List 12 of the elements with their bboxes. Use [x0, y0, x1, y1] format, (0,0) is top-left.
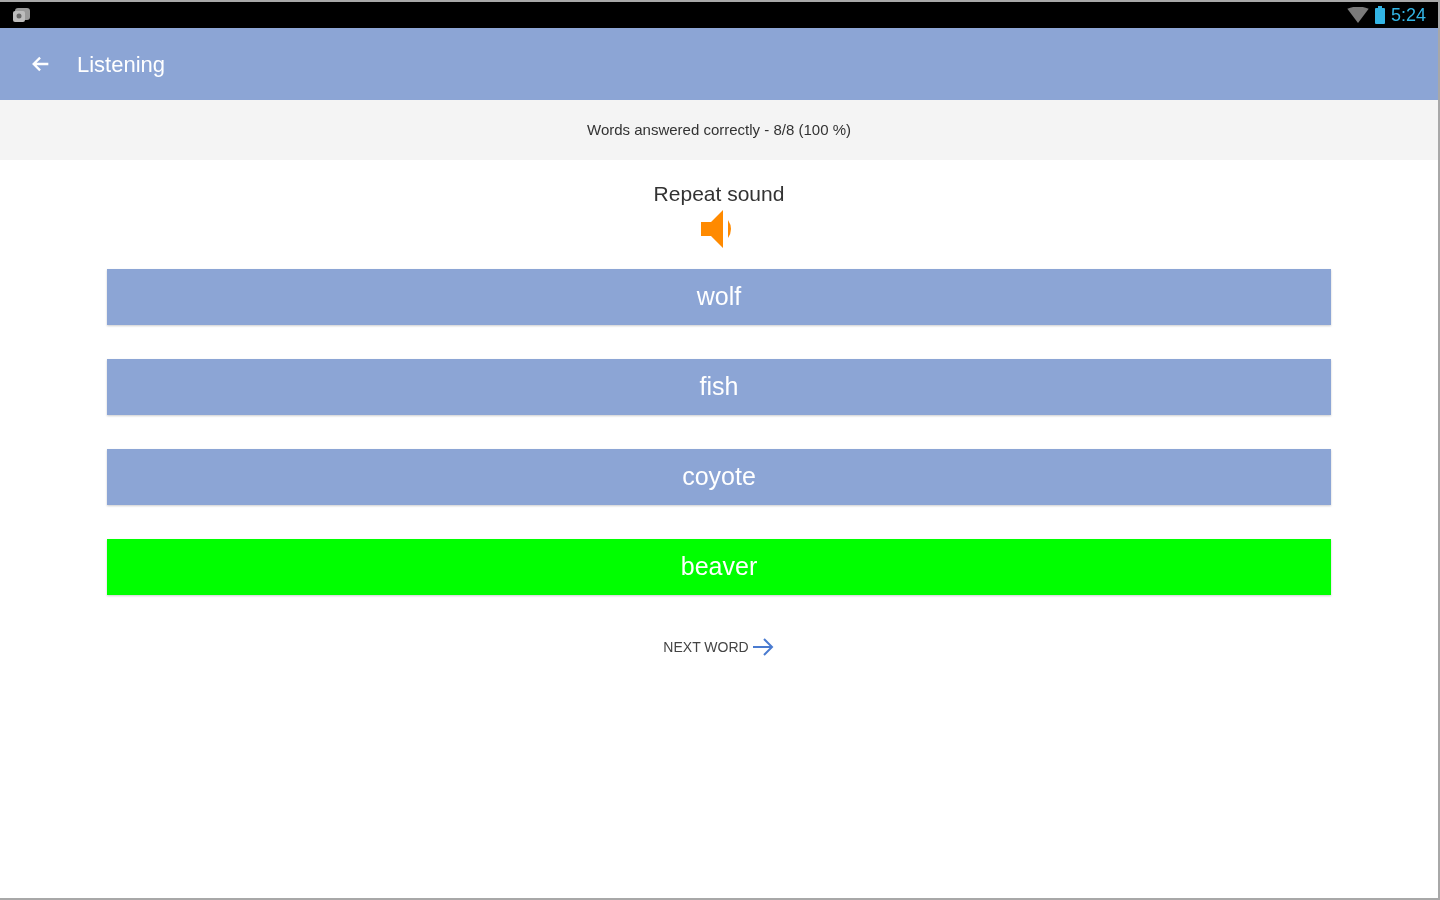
next-word-button[interactable]: NEXT WORD [659, 631, 779, 663]
image-notification-icon [12, 6, 32, 24]
answer-option[interactable]: fish [107, 359, 1331, 415]
score-text: Words answered correctly - 8/8 (100 %) [587, 119, 851, 140]
repeat-sound-button[interactable]: Repeat sound [653, 180, 785, 248]
battery-icon [1374, 6, 1385, 24]
answer-option[interactable]: coyote [107, 449, 1331, 505]
answer-option[interactable]: beaver [107, 539, 1331, 595]
wifi-icon [1346, 7, 1369, 23]
clock-time: 5:24 [1390, 3, 1426, 27]
screen-title: Listening [77, 50, 166, 79]
answer-option[interactable]: wolf [107, 269, 1331, 325]
